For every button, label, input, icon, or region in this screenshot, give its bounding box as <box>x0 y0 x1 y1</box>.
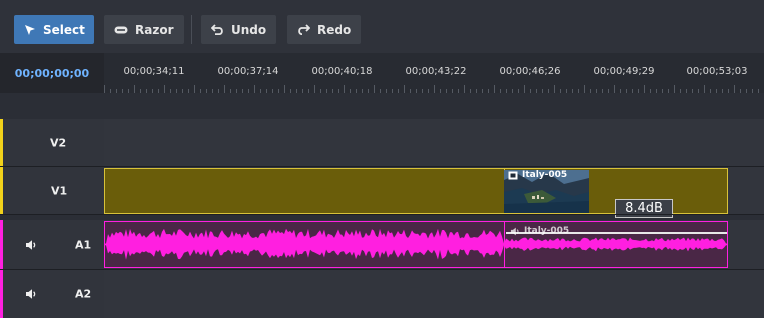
track-label-v2: V2 <box>50 136 67 149</box>
audio-clip-title: Italy-005 <box>510 226 569 236</box>
video-track-marker <box>0 119 3 166</box>
track-header-a2[interactable]: A2 <box>0 270 104 318</box>
razor-icon <box>114 26 128 33</box>
redo-label: Redo <box>317 22 352 37</box>
track-label-a1: A1 <box>75 238 92 251</box>
ruler-tick <box>254 85 255 93</box>
select-tool-label: Select <box>43 22 85 37</box>
speaker-icon[interactable] <box>25 289 37 300</box>
ruler-tick <box>344 85 345 93</box>
track-header-a1[interactable]: A1 <box>0 220 104 269</box>
ruler-tick <box>374 85 375 93</box>
ruler-tick <box>704 85 705 93</box>
ruler-ticks <box>104 76 764 93</box>
track-lane-a2[interactable] <box>104 270 764 318</box>
track-header-v2[interactable]: V2 <box>0 119 104 166</box>
track-lane-v2[interactable] <box>104 119 764 166</box>
toolbar-separator <box>191 15 192 44</box>
track-header-v1[interactable]: V1 <box>0 167 104 214</box>
ruler-tick <box>614 85 615 93</box>
redo-icon <box>298 24 310 35</box>
track-label-a2: A2 <box>75 287 92 301</box>
redo-button[interactable]: Redo <box>287 15 361 44</box>
video-clip[interactable] <box>104 168 505 214</box>
undo-label: Undo <box>231 22 267 37</box>
ruler-tick <box>464 85 465 93</box>
ruler-tick <box>284 85 285 93</box>
audio-track-marker <box>0 220 3 269</box>
current-timecode: 00;00;00;00 <box>0 53 104 93</box>
ruler-tick <box>314 85 315 93</box>
razor-tool-button[interactable]: Razor <box>104 15 184 44</box>
audio-waveform <box>104 228 728 260</box>
ruler-tick <box>494 85 495 93</box>
audio-track-marker <box>0 270 3 318</box>
film-icon <box>508 171 518 179</box>
select-tool-button[interactable]: Select <box>14 15 94 44</box>
ruler-tick <box>674 85 675 93</box>
ruler-tick <box>434 85 435 93</box>
arrow-cursor-icon <box>25 24 35 35</box>
ruler-tick <box>194 85 195 93</box>
video-track-marker <box>0 167 3 214</box>
track-header-spacer <box>0 93 104 119</box>
video-clip-title: Italy-005 <box>508 170 567 180</box>
gain-readout: 8.4dB <box>615 199 673 218</box>
speaker-icon[interactable] <box>25 239 37 250</box>
ruler-tick <box>734 85 735 93</box>
track-label-v1: V1 <box>51 184 68 197</box>
ruler-tick <box>134 85 135 93</box>
ruler-tick <box>164 85 165 93</box>
ruler-tick <box>644 85 645 93</box>
undo-icon <box>211 24 223 35</box>
ruler-tick <box>584 85 585 93</box>
ruler-tick <box>554 85 555 93</box>
track-divider <box>0 214 764 215</box>
undo-button[interactable]: Undo <box>201 15 276 44</box>
ruler-tick <box>404 85 405 93</box>
ruler-tick <box>104 85 105 93</box>
ruler-tick <box>224 85 225 93</box>
timeline-spacer <box>0 93 764 119</box>
razor-tool-label: Razor <box>135 22 174 37</box>
speaker-icon <box>510 227 519 235</box>
ruler-tick <box>524 85 525 93</box>
